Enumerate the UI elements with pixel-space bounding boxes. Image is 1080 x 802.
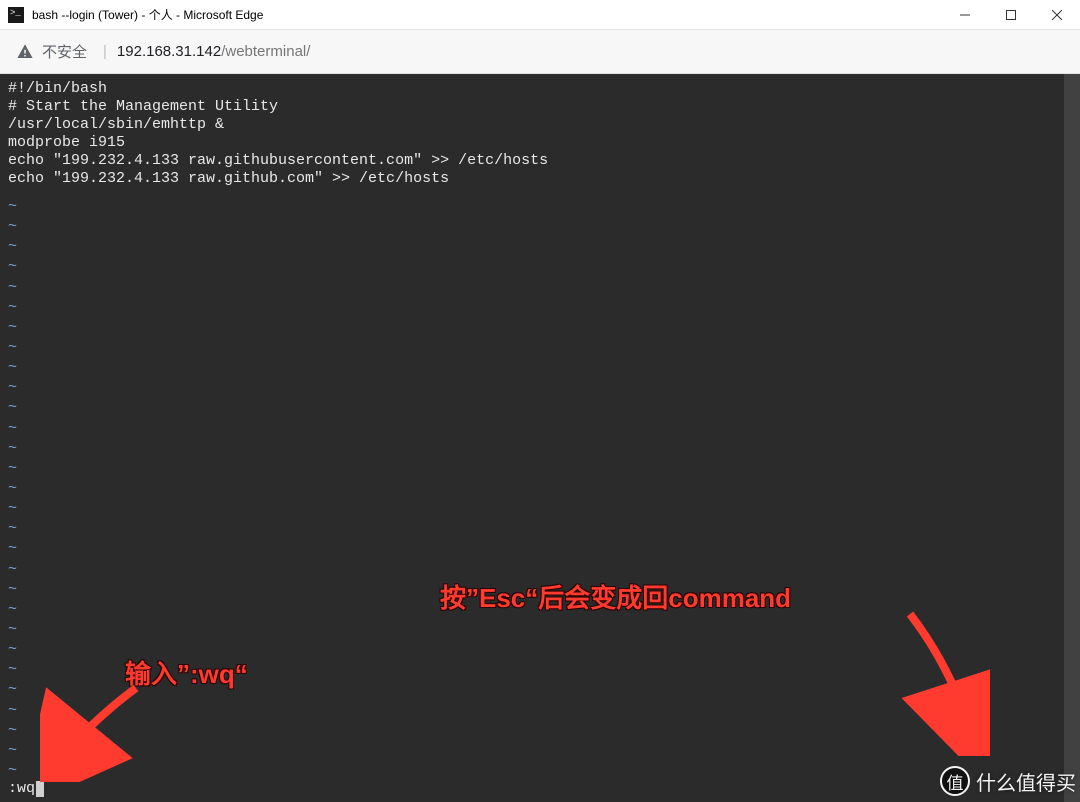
editor-tilde-line: ~: [8, 762, 1056, 780]
editor-tilde-line: ~: [8, 561, 1056, 579]
editor-empty-lines: ~ ~ ~ ~ ~ ~ ~ ~ ~ ~ ~ ~ ~ ~ ~ ~ ~ ~ ~ ~ ~ ~ ~ ~ ~ ~ ~ ~ ~: [8, 188, 1056, 780]
editor-tilde-line: ~: [8, 722, 1056, 740]
window-titlebar: bash --login (Tower) - 个人 - Microsoft Ed…: [0, 0, 1080, 30]
editor-tilde-line: ~: [8, 500, 1056, 518]
editor-tilde-line: ~: [8, 379, 1056, 397]
close-button[interactable]: [1034, 0, 1080, 29]
editor-tilde-line: ~: [8, 702, 1056, 720]
address-separator: |: [103, 43, 107, 60]
editor-tilde-line: ~: [8, 299, 1056, 317]
editor-tilde-line: ~: [8, 540, 1056, 558]
maximize-button[interactable]: [988, 0, 1034, 29]
cursor-block: [36, 781, 44, 797]
editor-line: /usr/local/sbin/emhttp &: [8, 116, 1056, 134]
terminal[interactable]: #!/bin/bash# Start the Management Utilit…: [0, 74, 1064, 802]
editor-tilde-line: ~: [8, 601, 1056, 619]
window-controls: [942, 0, 1080, 29]
window-title: bash --login (Tower) - 个人 - Microsoft Ed…: [32, 6, 263, 23]
editor-tilde-line: ~: [8, 641, 1056, 659]
vim-command-line[interactable]: :wq: [8, 780, 1056, 798]
scrollbar-thumb[interactable]: [1066, 76, 1078, 802]
url-host: 192.168.31.142: [117, 43, 221, 60]
terminal-favicon: [8, 7, 24, 23]
editor-tilde-line: ~: [8, 198, 1056, 216]
editor-tilde-line: ~: [8, 218, 1056, 236]
editor-tilde-line: ~: [8, 621, 1056, 639]
scrollbar-track[interactable]: [1064, 74, 1080, 802]
editor-tilde-line: ~: [8, 681, 1056, 699]
maximize-icon: [1006, 10, 1016, 20]
editor-tilde-line: ~: [8, 258, 1056, 276]
minimize-icon: [960, 10, 970, 20]
insecure-label: 不安全: [42, 41, 87, 62]
editor-line: # Start the Management Utility: [8, 98, 1056, 116]
editor-content: #!/bin/bash# Start the Management Utilit…: [8, 80, 1056, 188]
url-path: /webterminal/: [221, 43, 310, 60]
minimize-button[interactable]: [942, 0, 988, 29]
editor-tilde-line: ~: [8, 460, 1056, 478]
editor-tilde-line: ~: [8, 238, 1056, 256]
editor-tilde-line: ~: [8, 279, 1056, 297]
editor-tilde-line: ~: [8, 520, 1056, 538]
editor-line: modprobe i915: [8, 134, 1056, 152]
watermark-badge-icon: 值: [940, 766, 970, 796]
editor-tilde-line: ~: [8, 399, 1056, 417]
close-icon: [1052, 10, 1062, 20]
editor-tilde-line: ~: [8, 742, 1056, 760]
editor-tilde-line: ~: [8, 420, 1056, 438]
editor-tilde-line: ~: [8, 319, 1056, 337]
editor-line: echo "199.232.4.133 raw.githubuserconten…: [8, 152, 1056, 170]
watermark: 值 什么值得买: [940, 766, 1076, 796]
editor-tilde-line: ~: [8, 359, 1056, 377]
editor-line: #!/bin/bash: [8, 80, 1056, 98]
editor-tilde-line: ~: [8, 661, 1056, 679]
editor-tilde-line: ~: [8, 440, 1056, 458]
watermark-text: 什么值得买: [976, 767, 1076, 796]
editor-tilde-line: ~: [8, 581, 1056, 599]
editor-tilde-line: ~: [8, 480, 1056, 498]
terminal-container: #!/bin/bash# Start the Management Utilit…: [0, 74, 1080, 802]
address-bar[interactable]: 不安全 | 192.168.31.142/webterminal/: [0, 30, 1080, 74]
editor-line: echo "199.232.4.133 raw.github.com" >> /…: [8, 170, 1056, 188]
insecure-warning-icon: [16, 43, 34, 61]
editor-tilde-line: ~: [8, 339, 1056, 357]
vim-command-text: :wq: [8, 780, 35, 798]
